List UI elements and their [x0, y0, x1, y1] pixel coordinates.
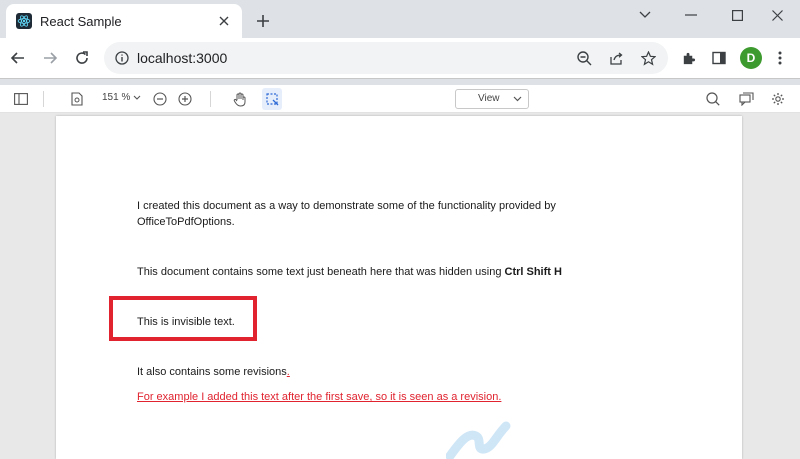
zoom-in-icon[interactable] — [176, 90, 194, 108]
back-button[interactable] — [6, 46, 30, 70]
tab-strip: React Sample — [0, 0, 800, 38]
zoom-level-select[interactable]: 151 % — [102, 92, 141, 103]
page-fit-icon[interactable] — [68, 90, 86, 108]
text-select-icon[interactable] — [263, 90, 281, 108]
share-icon[interactable] — [608, 50, 624, 66]
browser-toolbar: localhost:3000 D — [0, 38, 800, 78]
view-mode-label: View — [478, 93, 500, 104]
paragraph-intro-line1: I created this document as a way to demo… — [137, 200, 556, 212]
separator — [43, 91, 44, 107]
zoom-level: 151 % — [102, 92, 131, 103]
gear-icon[interactable] — [769, 90, 787, 108]
browser-menu-icon[interactable] — [768, 46, 792, 70]
sidebar-toggle-icon[interactable] — [12, 90, 30, 108]
watermark-logo — [446, 421, 511, 459]
chevron-down-icon — [133, 95, 141, 100]
paragraph-hidden-note: This document contains some text just be… — [137, 264, 562, 280]
hidden-note-text: This document contains some text just be… — [137, 266, 505, 278]
zoom-out-icon[interactable] — [576, 50, 592, 66]
url-text[interactable]: localhost:3000 — [137, 50, 227, 66]
revision-text: For example I added this text after the … — [137, 391, 502, 403]
separator — [210, 91, 211, 107]
profile-avatar[interactable]: D — [740, 47, 762, 69]
search-icon[interactable] — [704, 90, 722, 108]
view-mode-select[interactable]: View — [455, 89, 529, 109]
paragraph-intro: I created this document as a way to demo… — [137, 198, 556, 230]
document-page: I created this document as a way to demo… — [56, 116, 742, 459]
new-tab-button[interactable] — [252, 10, 274, 32]
extensions-icon[interactable] — [676, 46, 700, 70]
bookmark-star-icon[interactable] — [640, 50, 656, 66]
chevron-down-icon — [513, 94, 522, 105]
react-icon — [16, 13, 32, 29]
invisible-text: This is invisible text. — [137, 316, 235, 328]
address-bar[interactable]: localhost:3000 — [104, 42, 668, 74]
reload-button[interactable] — [70, 46, 94, 70]
minimize-button[interactable] — [668, 0, 714, 30]
shortcut-text: Ctrl Shift H — [504, 266, 562, 278]
revision-mark: . — [286, 366, 290, 378]
close-tab-icon[interactable] — [216, 13, 232, 29]
close-window-button[interactable] — [754, 0, 800, 30]
pdf-toolbar: 151 % View — [0, 85, 800, 113]
browser-tab[interactable]: React Sample — [6, 4, 242, 38]
zoom-out-icon[interactable] — [151, 90, 169, 108]
tab-search-icon[interactable] — [622, 0, 668, 30]
paragraph-intro-line2: OfficeToPdfOptions. — [137, 216, 235, 228]
pan-hand-icon[interactable] — [231, 90, 249, 108]
comments-icon[interactable] — [737, 90, 755, 108]
revisions-text: It also contains some revisions — [137, 366, 287, 378]
forward-button[interactable] — [38, 46, 62, 70]
site-info-icon[interactable] — [114, 50, 130, 66]
side-panel-icon[interactable] — [707, 46, 731, 70]
tab-title: React Sample — [40, 13, 122, 29]
toolbar-divider — [0, 78, 800, 79]
paragraph-revisions: It also contains some revisions. — [137, 364, 290, 380]
